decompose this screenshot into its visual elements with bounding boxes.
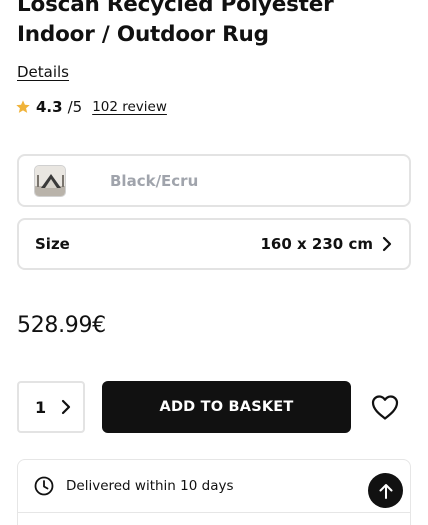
quantity-selector[interactable]: 1 xyxy=(17,381,85,433)
arrow-up-icon xyxy=(379,483,392,499)
rating: 4.3 /5 102 review xyxy=(15,96,167,118)
details-link[interactable]: Details xyxy=(17,63,69,81)
color-selector[interactable]: Black/Ecru xyxy=(17,154,411,207)
rug-thumbnail xyxy=(34,164,66,197)
reviews-link[interactable]: 102 review xyxy=(92,99,167,115)
product-price: 528.99€ xyxy=(17,313,106,338)
chevron-right-icon xyxy=(62,399,71,415)
size-value: 160 x 230 cm xyxy=(260,235,374,253)
add-to-basket-button[interactable]: ADD TO BASKET xyxy=(102,381,351,433)
size-label: Size xyxy=(35,235,70,253)
scroll-to-top-button[interactable] xyxy=(368,473,403,508)
clock-icon xyxy=(34,476,54,496)
star-icon xyxy=(16,100,30,113)
color-label: Black/Ecru xyxy=(110,171,199,190)
rating-out-of: /5 xyxy=(67,98,83,116)
rating-score: 4.3 xyxy=(36,98,63,116)
delivery-info: Delivered within 10 days xyxy=(17,459,411,525)
heart-icon[interactable] xyxy=(370,393,400,421)
size-selector[interactable]: Size 160 x 230 cm xyxy=(17,218,411,270)
delivery-text: Delivered within 10 days xyxy=(66,478,234,494)
quantity-value: 1 xyxy=(35,397,47,417)
product-title: Loscan Recycled Polyester Indoor / Outdo… xyxy=(17,0,334,47)
chevron-right-icon xyxy=(382,236,392,252)
divider xyxy=(18,512,410,513)
